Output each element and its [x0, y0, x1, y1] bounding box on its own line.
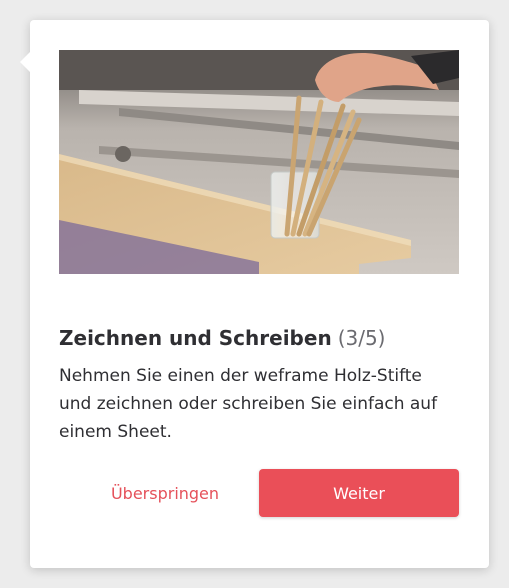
onboarding-popover: Zeichnen und Schreiben (3/5) Nehmen Sie e… [20, 20, 489, 568]
onboarding-description: Nehmen Sie einen der weframe Holz-Stifte… [59, 366, 438, 442]
step-indicator: (3/5) [337, 326, 386, 350]
tutorial-illustration [59, 50, 459, 274]
popover-pointer [20, 52, 30, 72]
next-button[interactable]: Weiter [259, 469, 459, 517]
skip-button[interactable]: Überspringen [90, 469, 240, 517]
onboarding-title: Zeichnen und Schreiben (3/5) [59, 324, 459, 352]
tutorial-image [59, 50, 459, 274]
title-text: Zeichnen und Schreiben [59, 326, 332, 350]
